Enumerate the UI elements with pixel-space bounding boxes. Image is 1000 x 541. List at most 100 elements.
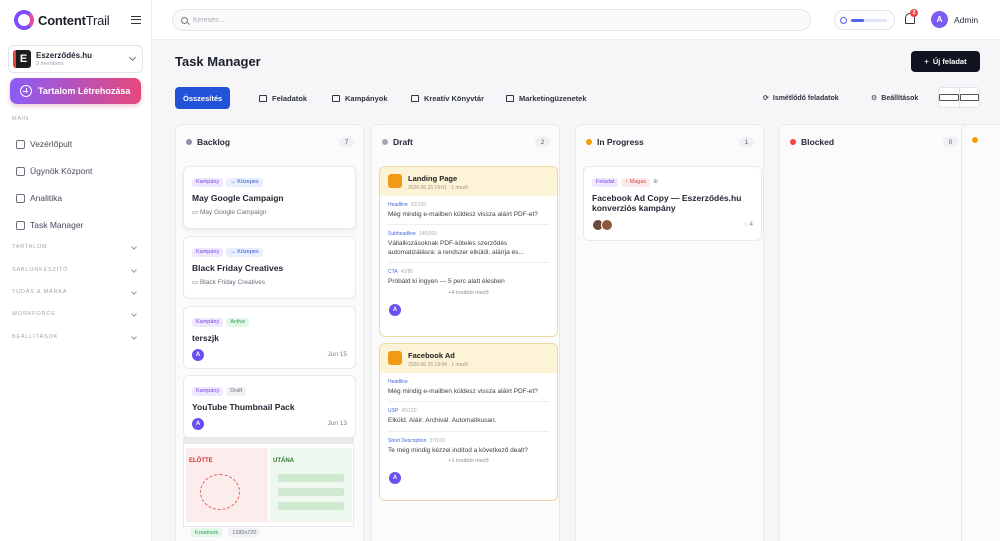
column-header: In Progress xyxy=(586,137,644,147)
recurring-tasks-button[interactable]: ⟳ Ismétlődő feladatok xyxy=(757,87,845,109)
assignee-avatars xyxy=(592,218,613,231)
image-icon xyxy=(411,94,419,102)
column-header: Backlog xyxy=(186,137,230,147)
sidebar: ContentTrail E Eszerződés.hu 2 members T… xyxy=(0,0,152,541)
gear-icon: ⚙ xyxy=(871,95,878,102)
status-dot xyxy=(972,137,978,143)
column-title: Draft xyxy=(393,137,413,147)
comment-count: 4 xyxy=(749,221,753,229)
brand-name-light: Trail xyxy=(85,12,110,28)
brand-name-bold: Content xyxy=(38,12,86,28)
column-title: Blocked xyxy=(801,137,835,147)
repeat-icon: ⟳ xyxy=(763,95,769,102)
type-badge: Kampány xyxy=(192,177,224,187)
settings-label: Beállítások xyxy=(881,94,919,102)
tab-campaigns[interactable]: Kampányok xyxy=(324,87,396,109)
tab-overview[interactable]: Összesítés xyxy=(175,87,231,109)
menu-toggle-icon[interactable] xyxy=(131,16,141,24)
user-menu[interactable]: A Admin xyxy=(931,11,978,28)
column-partial xyxy=(961,124,1000,541)
sidebar-item-task-manager[interactable]: Task Manager xyxy=(16,220,83,230)
card-campaign: Black Friday Creatives xyxy=(199,278,265,286)
type-badge: Kreatívok xyxy=(191,528,223,537)
draft-title: Landing Page xyxy=(408,174,458,183)
topbar: 2 A Admin xyxy=(152,0,1000,40)
tab-label: Összesítés xyxy=(183,93,223,103)
draft-title: Facebook Ad xyxy=(408,351,455,360)
status-dot xyxy=(586,139,592,145)
calendar-icon xyxy=(959,94,979,101)
sidebar-group-content[interactable]: TARTALOM xyxy=(12,244,137,250)
calendar-view-button[interactable] xyxy=(958,88,979,107)
draft-card[interactable]: Facebook Ad 2026.06.15 19:04 · 1 mező He… xyxy=(379,343,558,501)
tab-marketing-messages[interactable]: Marketingüzenetek xyxy=(498,87,595,109)
checkbox-icon xyxy=(16,220,25,230)
priority-badge: → Közepes xyxy=(226,247,263,257)
tab-label: Kampányok xyxy=(345,93,388,103)
task-card[interactable]: Kampány → Közepes May Google Campaign ▭ M… xyxy=(183,166,356,229)
column-title: In Progress xyxy=(597,137,644,147)
type-badge: Kampány xyxy=(192,317,224,327)
user-name: Admin xyxy=(954,14,979,25)
create-content-label: Tartalom Létrehozása xyxy=(38,86,131,96)
column-in-progress: In Progress 1 Feladat ↑ Magas ⊕ Facebook A… xyxy=(575,124,764,541)
logo[interactable]: ContentTrail xyxy=(14,10,110,30)
board-icon xyxy=(939,94,959,101)
sidebar-item-dashboard[interactable]: Vezérlőpult xyxy=(16,139,72,149)
more-fields-link[interactable]: +1 további mező xyxy=(380,458,557,464)
task-card[interactable]: Kampány → Közepes Black Friday Creatives … xyxy=(183,236,356,299)
logo-icon xyxy=(14,10,34,30)
settings-button[interactable]: ⚙ Beállítások xyxy=(865,87,924,109)
home-icon xyxy=(16,139,25,149)
task-card[interactable]: Kampány Active terszjk A Jun 15 xyxy=(183,306,356,369)
draft-meta: 2026.06.15 19:01 · 1 mező xyxy=(408,185,468,191)
tab-label: Marketingüzenetek xyxy=(519,93,587,103)
task-card[interactable]: Kampány Draft YouTube Thumbnail Pack A Ju… xyxy=(183,375,356,438)
draft-card[interactable]: Landing Page 2026.06.15 19:01 · 1 mező H… xyxy=(379,166,558,337)
board-view-button[interactable] xyxy=(939,88,959,107)
column-count: 1 xyxy=(739,137,754,147)
search-bar[interactable] xyxy=(172,9,811,31)
draft-field: Subheadline 140/200 Vállalkozásoknak PDF-k… xyxy=(388,231,524,256)
status-dot xyxy=(790,139,796,145)
create-content-button[interactable]: Tartalom Létrehozása xyxy=(10,78,141,104)
sidebar-item-label: Analitika xyxy=(30,193,63,203)
task-card[interactable]: Feladat ↑ Magas ⊕ Facebook Ad Copy — Eszer… xyxy=(583,166,762,241)
before-image: ELŐTTE xyxy=(186,448,268,522)
draft-field: Headline Még mindig e-mailben küldesz vis… xyxy=(388,379,538,395)
avatar: A xyxy=(389,472,401,485)
workspace-switcher[interactable]: E Eszerződés.hu 2 members xyxy=(8,45,143,73)
sidebar-group-knowledge-brand[interactable]: TUDÁS & MÁRKA xyxy=(12,289,137,295)
column-header: Draft xyxy=(382,137,413,147)
workspace-members: 2 members xyxy=(36,61,64,67)
new-task-button[interactable]: + Új feladat xyxy=(911,51,980,72)
tab-tasks[interactable]: Feladatok xyxy=(251,87,315,109)
sidebar-group-template-builder[interactable]: SABLONKÉSZÍTŐ xyxy=(12,267,137,273)
after-label: UTÁNA xyxy=(273,458,294,464)
creative-card[interactable]: ELŐTTE UTÁNA xyxy=(183,437,354,527)
sidebar-group-workforce[interactable]: WORKFORCE xyxy=(12,311,137,317)
folder-icon: ▭ xyxy=(192,208,200,216)
usage-bar-fill xyxy=(851,18,864,22)
column-title: Backlog xyxy=(197,137,231,147)
status-badge: Draft xyxy=(226,386,247,396)
folder-icon xyxy=(332,94,340,102)
recurring-tasks-label: Ismétlődő feladatok xyxy=(772,94,839,102)
usage-bar xyxy=(851,18,887,22)
sidebar-group-settings[interactable]: BEÁLLÍTÁSOK xyxy=(12,334,137,340)
usage-indicator[interactable] xyxy=(834,10,895,30)
type-badge: Kampány xyxy=(192,386,224,396)
card-title: May Google Campaign xyxy=(192,192,284,203)
column-count: 7 xyxy=(339,137,354,147)
after-image: UTÁNA xyxy=(270,448,352,522)
sidebar-item-analytics[interactable]: Analitika xyxy=(16,193,62,203)
column-blocked: Blocked 0 xyxy=(779,124,968,541)
sidebar-item-label: Task Manager xyxy=(30,220,84,230)
sidebar-item-agent-center[interactable]: Ügynök Központ xyxy=(16,166,92,176)
search-input[interactable] xyxy=(193,16,783,24)
avatar: A xyxy=(192,348,204,361)
avatar: A xyxy=(931,11,948,28)
more-fields-link[interactable]: +4 további mező xyxy=(380,290,557,296)
tab-creative-library[interactable]: Kreatív Könyvtár xyxy=(403,87,492,109)
view-toggle[interactable] xyxy=(938,87,980,108)
